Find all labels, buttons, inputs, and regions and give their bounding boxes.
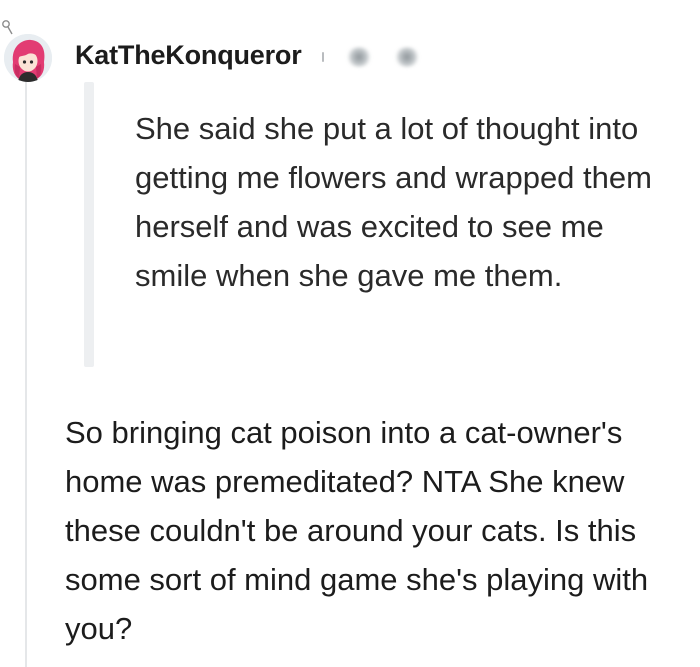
comment-author[interactable]: KatTheKonqueror (75, 40, 302, 71)
blockquote-bar (84, 82, 94, 367)
comment-meta (322, 47, 420, 67)
quoted-text: She said she put a lot of thought into g… (135, 111, 652, 293)
antenna-icon (2, 20, 13, 35)
award-icon[interactable] (346, 47, 372, 67)
comment-body: So bringing cat poison into a cat-owner'… (65, 415, 649, 646)
meta-separator (322, 52, 324, 62)
comment-header: KatTheKonqueror (0, 12, 700, 82)
user-avatar[interactable] (4, 34, 52, 82)
avatar-illustration-icon (4, 34, 52, 82)
award-icon[interactable] (394, 47, 420, 67)
thread-line[interactable] (25, 82, 27, 667)
